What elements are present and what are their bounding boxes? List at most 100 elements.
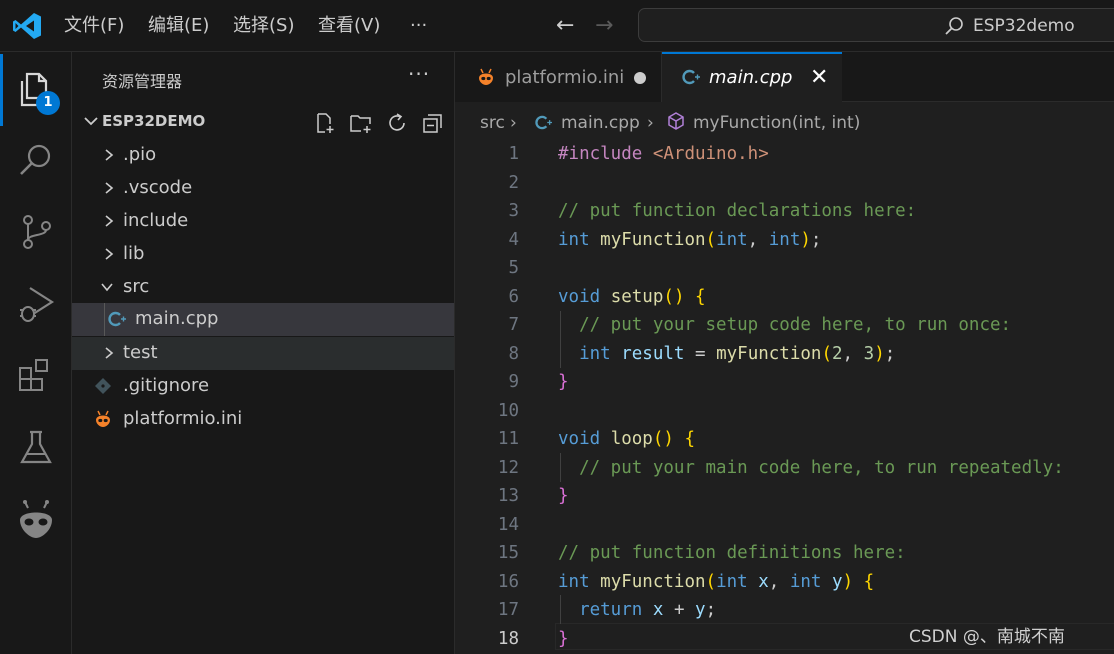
code-line[interactable]: #include <Arduino.h> [558, 140, 769, 169]
tree-label: test [123, 342, 158, 363]
code-line[interactable]: void loop() { [558, 425, 695, 454]
tree-label: lib [123, 243, 145, 264]
code-line[interactable]: int result = myFunction(2, 3); [558, 340, 895, 369]
code-line[interactable]: // put your setup code here, to run once… [558, 311, 1011, 340]
sidebar-more-button[interactable]: ··· [408, 62, 430, 86]
breadcrumb-folder[interactable]: src [480, 112, 505, 134]
collapse-all-icon[interactable] [421, 111, 445, 135]
code-token: int [716, 571, 748, 592]
platformio-file-icon [96, 410, 110, 427]
code-token: ; [884, 343, 896, 364]
code-token: , [842, 343, 854, 364]
tree-folder-pio[interactable]: .pio [72, 139, 454, 172]
chevron-right-icon [105, 215, 114, 227]
activity-bar [0, 52, 72, 654]
code-line[interactable]: } [558, 482, 569, 511]
code-token: , [768, 571, 780, 592]
code-token: int [716, 229, 748, 250]
code-line[interactable]: int myFunction(int x, int y) { [558, 568, 874, 597]
source-control-icon[interactable] [14, 210, 58, 254]
code-token: int [558, 571, 590, 592]
menu-view[interactable]: 查看(V) [318, 12, 380, 40]
line-number: 2 [508, 172, 519, 193]
line-number: 3 [508, 201, 519, 221]
code-editor[interactable]: 1 2 3 4 5 6 7 8 9 10 11 12 13 14 15 16 1… [455, 140, 1114, 654]
line-number: 8 [508, 343, 519, 364]
tree-label: include [123, 210, 189, 231]
breadcrumb-symbol[interactable]: myFunction(int, int) [693, 112, 860, 134]
new-file-icon[interactable] [313, 111, 337, 135]
tree-label: main.cpp [135, 308, 219, 329]
line-number: 14 [497, 514, 519, 535]
code-token: #include [558, 144, 643, 164]
tree-label: .gitignore [123, 375, 210, 396]
project-header[interactable]: ESP32DEMO [72, 108, 454, 136]
forward-arrow-icon[interactable]: → [595, 12, 613, 40]
extensions-icon[interactable] [14, 354, 58, 398]
menu-file[interactable]: 文件(F) [64, 12, 124, 40]
code-line[interactable]: } [558, 368, 569, 397]
tree-folder-test[interactable]: test [72, 337, 454, 370]
code-token: loop [610, 429, 653, 449]
code-line[interactable]: } [558, 625, 569, 654]
breadcrumb-file[interactable]: main.cpp [561, 112, 640, 134]
tree-folder-include[interactable]: include [72, 205, 454, 238]
command-center-search[interactable]: ESP32demo [638, 8, 1114, 42]
code-token: // put your main code here, to run repea… [579, 457, 1064, 478]
tree-folder-lib[interactable]: lib [72, 238, 454, 271]
unsaved-dot-icon[interactable] [634, 72, 646, 84]
editor-tab-bar: platformio.ini main.cpp ✕ [455, 52, 1114, 102]
code-line[interactable]: // put function definitions here: [558, 539, 906, 568]
tree-folder-src[interactable]: src [72, 271, 454, 304]
code-token: = [695, 343, 706, 364]
code-line[interactable]: // put your main code here, to run repea… [558, 454, 1064, 483]
code-line[interactable]: return x + y; [558, 596, 716, 625]
code-token: void [558, 286, 601, 307]
testing-flask-icon[interactable] [14, 426, 58, 470]
tree-file-gitignore[interactable]: .gitignore [72, 370, 454, 403]
menu-selection[interactable]: 选择(S) [233, 12, 294, 40]
search-label: ESP32demo [973, 16, 1075, 36]
chevron-right-icon [105, 347, 114, 359]
tab-platformio-ini[interactable]: platformio.ini [455, 52, 662, 102]
code-token: ( [705, 571, 717, 592]
code-line[interactable]: void setup() { [558, 283, 706, 312]
code-token: // put your setup code here, to run once… [579, 315, 1012, 335]
platformio-alien-icon[interactable] [14, 498, 58, 542]
close-icon[interactable]: ✕ [810, 65, 828, 91]
code-line[interactable]: // put function declarations here: [558, 197, 916, 226]
back-arrow-icon[interactable]: ← [556, 12, 574, 40]
tree-label: .vscode [123, 177, 193, 198]
code-token: int [579, 343, 611, 364]
watermark: CSDN @、南城不南 [909, 627, 1065, 647]
code-line[interactable]: int myFunction(int, int); [558, 226, 821, 255]
menu-edit[interactable]: 编辑(E) [148, 12, 209, 40]
code-token: ) [673, 286, 685, 307]
tree-folder-vscode[interactable]: .vscode [72, 172, 454, 205]
code-token: y [832, 571, 843, 592]
symbol-method-icon [668, 112, 684, 130]
code-token: int [789, 571, 822, 592]
code-token: { [863, 571, 875, 592]
code-token: ) [842, 571, 854, 592]
tab-main-cpp[interactable]: main.cpp ✕ [662, 52, 842, 102]
code-token: ( [652, 429, 664, 449]
chevron-down-icon [84, 117, 98, 126]
search-view-icon[interactable] [14, 138, 58, 182]
menu-more[interactable]: ··· [410, 12, 427, 40]
tree-file-main-cpp[interactable]: main.cpp [72, 303, 454, 336]
new-folder-icon[interactable] [349, 111, 373, 135]
tree-label: platformio.ini [123, 408, 243, 429]
line-number: 16 [497, 571, 519, 592]
code-token: int [558, 229, 590, 250]
tree-file-platformio-ini[interactable]: platformio.ini [72, 403, 454, 436]
refresh-icon[interactable] [385, 111, 409, 135]
cpp-file-icon [682, 69, 700, 85]
run-debug-icon[interactable] [14, 282, 58, 326]
